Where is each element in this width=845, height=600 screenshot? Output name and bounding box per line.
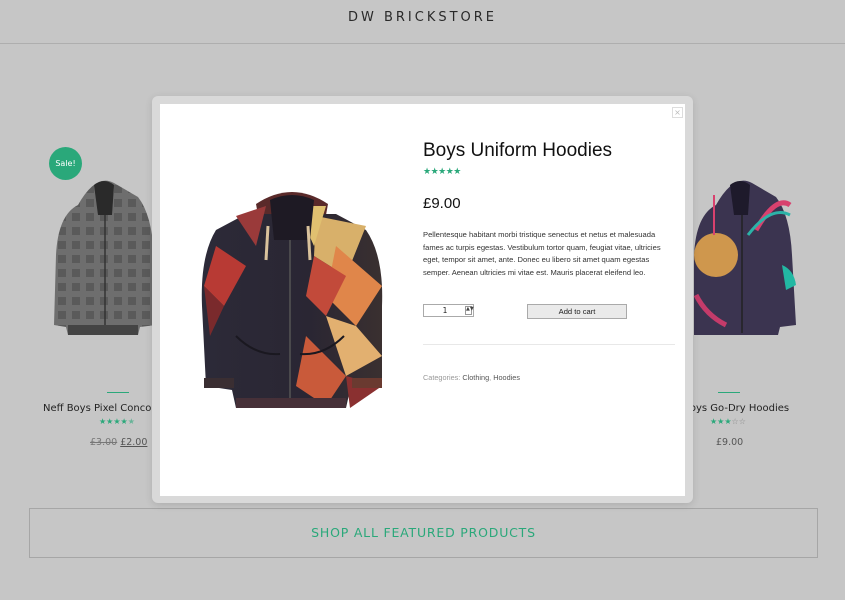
divider bbox=[423, 344, 675, 345]
categories-label: Categories: bbox=[423, 373, 461, 382]
product-rating-neff: ★★★★★ bbox=[99, 417, 135, 426]
shop-all-featured-button[interactable]: SHOP ALL FEATURED PRODUCTS bbox=[29, 508, 818, 558]
product-divider bbox=[107, 392, 129, 393]
old-price: £3.00 bbox=[90, 437, 118, 448]
product-rating-go-dry: ★★★☆☆ bbox=[710, 417, 746, 426]
product-image-uniform-hoodie[interactable] bbox=[196, 186, 388, 414]
product-divider bbox=[718, 392, 740, 393]
add-to-cart-button[interactable]: Add to cart bbox=[527, 304, 627, 319]
spinner-icon[interactable]: ▲▼ bbox=[465, 306, 474, 315]
star-icon: ★★★ bbox=[710, 417, 732, 426]
star-icon: ★★★★★ bbox=[423, 167, 461, 177]
product-title: Boys Uniform Hoodies bbox=[423, 140, 613, 161]
quantity-value[interactable]: 1 bbox=[424, 305, 466, 316]
product-price-neff: £3.00 £2.00 bbox=[90, 437, 147, 448]
category-link-hoodies[interactable]: Hoodies bbox=[493, 373, 520, 382]
star-empty-icon: ☆☆ bbox=[731, 417, 746, 426]
product-image-go-dry-hoodie[interactable] bbox=[686, 175, 798, 345]
site-brand[interactable]: DW BRICKSTORE bbox=[348, 10, 497, 25]
sale-price: £2.00 bbox=[120, 437, 148, 448]
site-header: DW BRICKSTORE bbox=[0, 0, 845, 44]
product-image-neff-hoodie[interactable] bbox=[48, 175, 160, 345]
product-categories: Categories: Clothing, Hoodies bbox=[423, 373, 520, 382]
star-icon: ★ bbox=[127, 417, 135, 426]
product-price: £9.00 bbox=[423, 195, 461, 212]
product-name-go-dry[interactable]: Boys Go-Dry Hoodies bbox=[683, 403, 789, 414]
product-price-go-dry: £9.00 bbox=[716, 437, 744, 448]
close-icon[interactable]: × bbox=[672, 107, 683, 118]
quantity-input[interactable]: 1 ▲▼ bbox=[423, 304, 474, 317]
category-link-clothing[interactable]: Clothing bbox=[462, 373, 489, 382]
star-icon: ★★★★ bbox=[99, 417, 128, 426]
product-description: Pellentesque habitant morbi tristique se… bbox=[423, 230, 661, 277]
